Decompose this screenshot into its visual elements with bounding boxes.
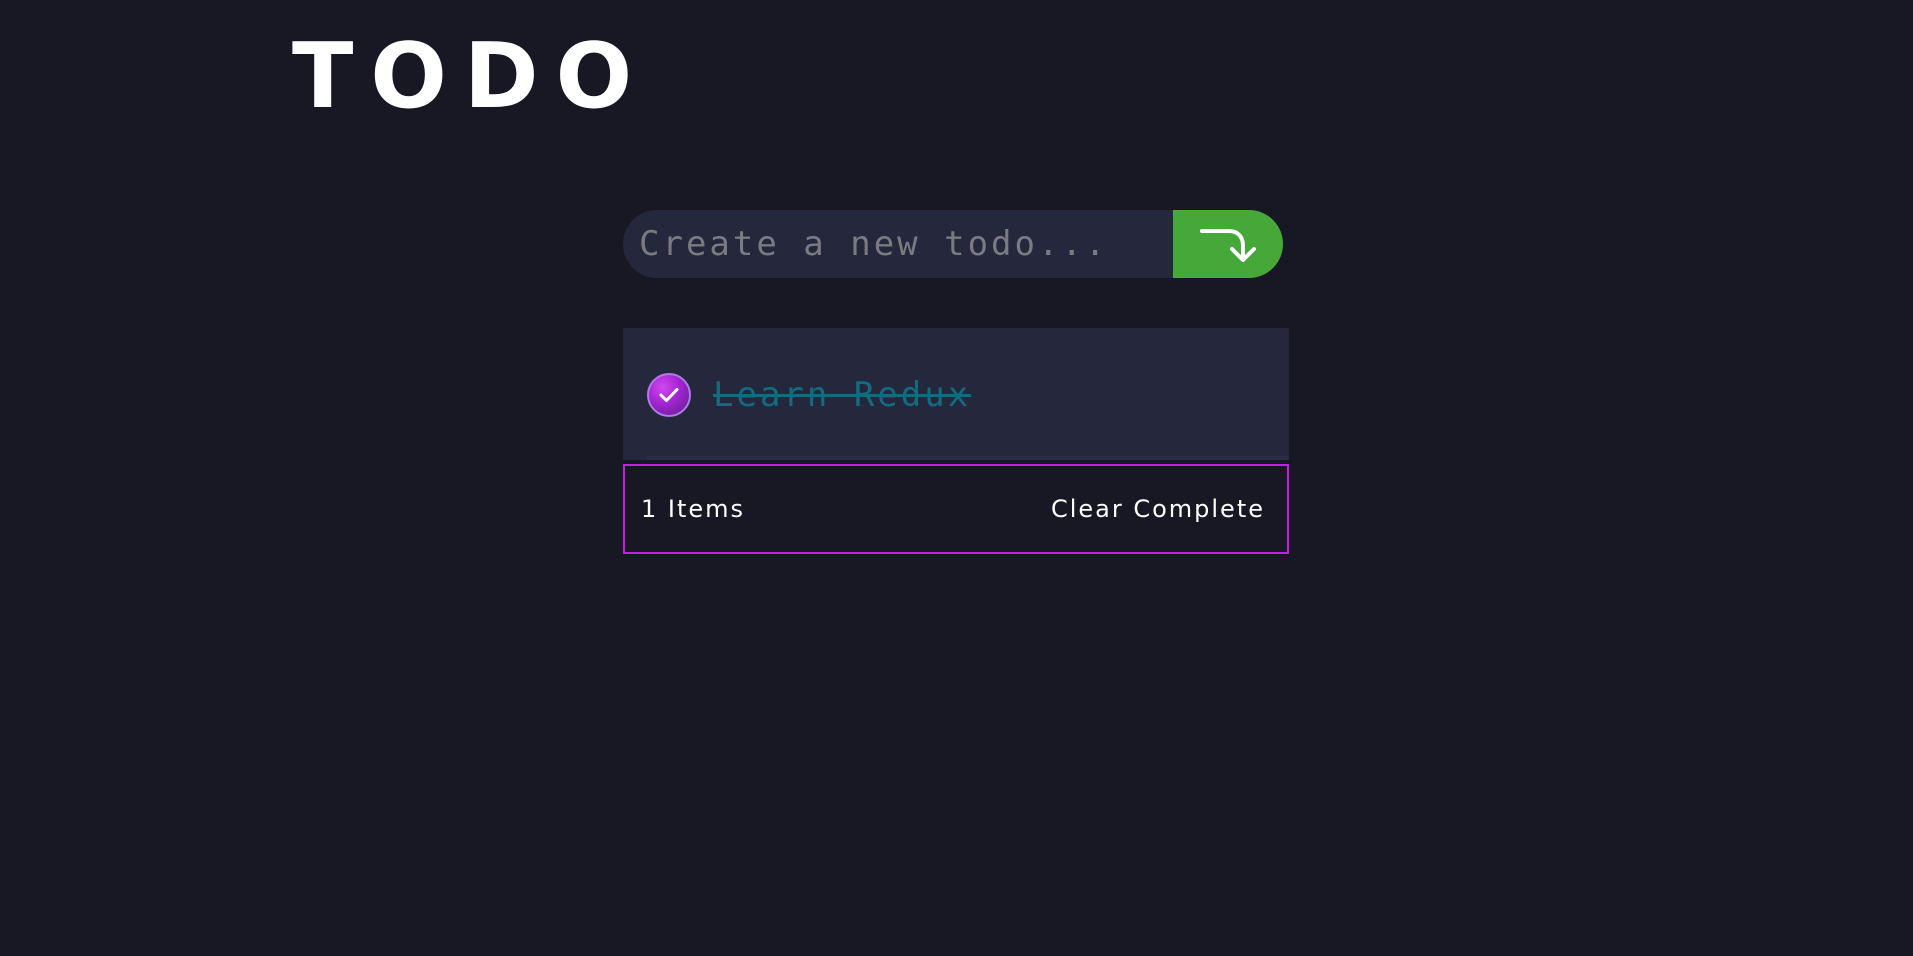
new-todo-input[interactable] [623,210,1173,278]
todo-footer: 1 Items Clear Complete [623,464,1289,554]
checkmark-icon [659,388,679,402]
items-count: 1 Items [641,495,746,523]
add-todo-button[interactable] [1173,210,1283,278]
todo-item: Learn Redux [647,372,971,418]
todo-list: Learn Redux [623,328,1289,460]
todo-text[interactable]: Learn Redux [713,372,971,418]
new-todo-form [623,210,1283,278]
todo-complete-toggle[interactable] [647,373,691,417]
clear-complete-button[interactable]: Clear Complete [1051,495,1265,523]
arrow-turn-down-right-icon [1200,229,1256,262]
app-title: TODO [292,24,650,129]
